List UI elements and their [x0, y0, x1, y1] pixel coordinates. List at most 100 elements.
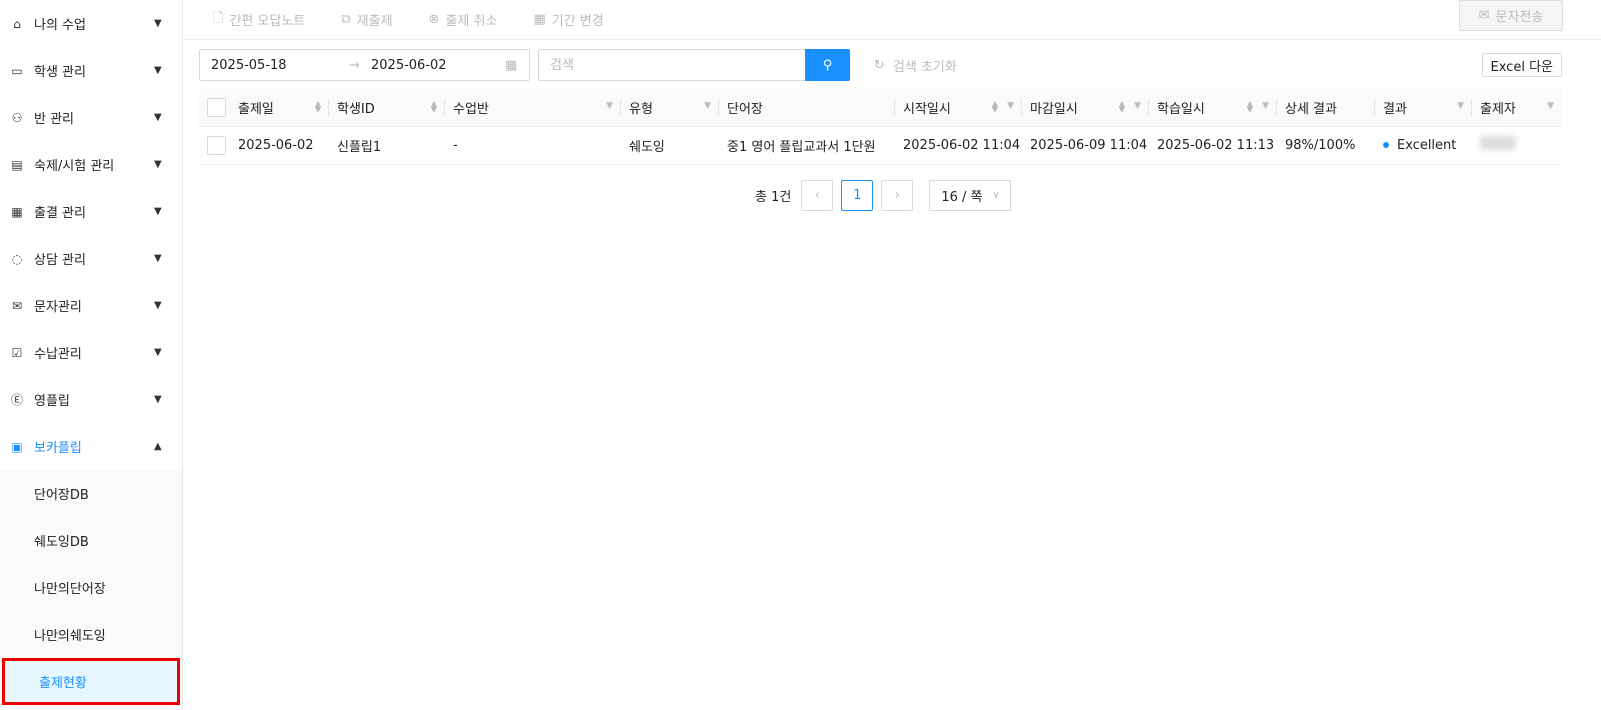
chevron-down-icon: ∨ [992, 190, 1000, 201]
calendar-icon: ▦ [505, 57, 518, 73]
table-header: 출제일 ▲ ▼ 학생ID ▲ ▼ 수업반 ▼ 유형 ▼ 단어장 시작일시 ▲ ▼ ▼ 마감일시 ▲ ▼… [199, 89, 1562, 127]
filter-icon[interactable]: ▼ [1457, 101, 1464, 111]
cell-wordbook: 중1 영어 플립교과서 1단원 [719, 126, 895, 165]
col-wordbook: 단어장 [719, 89, 895, 127]
col-end[interactable]: 마감일시 ▲ ▼ ▼ [1022, 89, 1149, 127]
e-icon: Ⓔ [10, 393, 23, 407]
submenu-my-wordbook[interactable]: 나만의단어장 [0, 564, 182, 611]
search-button[interactable]: ⚲ [805, 49, 850, 81]
reload-icon: ↻ [874, 57, 885, 73]
prev-page-button[interactable]: ‹ [801, 180, 834, 211]
sort-icon[interactable]: ▲ ▼ [431, 100, 437, 114]
search-icon: ⚲ [822, 57, 833, 73]
sort-icon[interactable]: ▲ ▼ [1119, 100, 1125, 114]
file-icon: 🗋 [213, 10, 224, 26]
chat-icon: ◌ [11, 251, 23, 266]
home-icon: ⌂ [13, 16, 21, 31]
page-size-select[interactable]: 16 / 쪽 ∨ [929, 180, 1012, 211]
close-circle-icon: ⊗ [428, 12, 440, 27]
submenu-my-shadowing[interactable]: 나만의쉐도잉 [0, 611, 182, 658]
mail-icon: ✉ [11, 298, 23, 313]
id-card-icon: ▭ [11, 63, 23, 78]
chevron-down-icon: ▼ [154, 206, 162, 217]
sidebar-item-homework[interactable]: ▤ 숙제/시험 관리 ▼ [0, 141, 182, 188]
filter-icon[interactable]: ▼ [704, 101, 711, 111]
cell-start: 2025-06-02 11:04 [895, 126, 1022, 165]
filter-icon[interactable]: ▼ [1134, 101, 1141, 111]
pagination: 총 1건 ‹ 1 › 16 / 쪽 ∨ [755, 180, 1012, 211]
filter-icon[interactable]: ▼ [1007, 101, 1014, 111]
row-checkbox[interactable] [199, 126, 230, 165]
sidebar: ⌂ 나의 수업 ▼ ▭ 학생 관리 ▼ ⚇ 반 관리 ▼ ▤ 숙제/시험 관리 ▼ ▦ 출결 관리… [0, 0, 183, 710]
reissue-button[interactable]: ⧉ 재출제 [341, 10, 392, 29]
sidebar-item-youngflip[interactable]: Ⓔ 영플립 ▼ [0, 376, 182, 423]
sidebar-item-sms[interactable]: ✉ 문자관리 ▼ [0, 282, 182, 329]
submenu-assignment-status[interactable]: 출제현황 [2, 658, 180, 705]
sort-icon[interactable]: ▲ ▼ [992, 100, 998, 114]
file-icon: ▤ [11, 157, 23, 172]
cell-date: 2025-06-02 [230, 126, 329, 165]
cell-end: 2025-06-09 11:04 [1022, 126, 1149, 165]
filter-icon[interactable]: ▼ [606, 101, 613, 111]
cell-class: - [445, 126, 621, 165]
assignment-table: 출제일 ▲ ▼ 학생ID ▲ ▼ 수업반 ▼ 유형 ▼ 단어장 시작일시 ▲ ▼ ▼ 마감일시 ▲ ▼… [199, 89, 1562, 165]
search-input[interactable] [538, 49, 806, 81]
inbox-icon: ☑ [11, 345, 23, 360]
chevron-down-icon: ▼ [154, 300, 162, 311]
col-start[interactable]: 시작일시 ▲ ▼ ▼ [895, 89, 1022, 127]
cancel-assignment-button[interactable]: ⊗ 출제 취소 [429, 10, 498, 29]
reset-search-button[interactable]: ↻ 검색 초기화 [874, 49, 957, 81]
sidebar-item-my-class[interactable]: ⌂ 나의 수업 ▼ [0, 0, 182, 47]
filter-icon[interactable]: ▼ [1547, 101, 1554, 111]
mail-icon: ✉ [1478, 8, 1490, 23]
next-page-button[interactable]: › [881, 180, 914, 211]
calendar-icon: ▦ [11, 204, 23, 219]
status-dot [1383, 142, 1389, 148]
total-count: 총 1건 [755, 190, 792, 205]
chevron-down-icon: ▼ [154, 159, 162, 170]
blurred-issuer [1480, 136, 1516, 150]
chevron-down-icon: ▼ [154, 347, 162, 358]
chevron-down-icon: ▼ [154, 394, 162, 405]
table-row[interactable]: 2025-06-02 신플립1 - 쉐도잉 중1 영어 플립교과서 1단원 20… [199, 126, 1562, 165]
chevron-down-icon: ▼ [154, 112, 162, 123]
sidebar-item-attendance[interactable]: ▦ 출결 관리 ▼ [0, 188, 182, 235]
send-sms-button[interactable]: ✉ 문자전송 [1459, 0, 1563, 31]
col-class[interactable]: 수업반 ▼ [445, 89, 621, 127]
filter-icon[interactable]: ▼ [1262, 101, 1269, 111]
sidebar-item-payment[interactable]: ☑ 수납관리 ▼ [0, 329, 182, 376]
calendar-icon: ▦ [533, 12, 546, 27]
cell-student: 신플립1 [329, 126, 445, 165]
col-study[interactable]: 학습일시 ▲ ▼ ▼ [1149, 89, 1277, 127]
chevron-down-icon: ▼ [154, 253, 162, 264]
cell-study: 2025-06-02 11:13 [1149, 126, 1277, 165]
v-icon: ▣ [11, 439, 23, 454]
users-icon: ⚇ [11, 110, 23, 125]
arrow-right-icon: → [349, 57, 360, 73]
excel-download-button[interactable]: Excel 다운 [1481, 53, 1562, 77]
vocaflip-submenu: 단어장DB 쉐도잉DB 나만의단어장 나만의쉐도잉 출제현황 [0, 470, 182, 705]
page-1[interactable]: 1 [841, 180, 874, 211]
date-range-picker[interactable]: 2025-05-18 → 2025-06-02 ▦ [199, 49, 530, 81]
chevron-up-icon: ▲ [154, 441, 162, 452]
sort-icon[interactable]: ▲ ▼ [315, 100, 321, 114]
sidebar-item-students[interactable]: ▭ 학생 관리 ▼ [0, 47, 182, 94]
select-all-checkbox[interactable] [199, 89, 230, 127]
sidebar-item-classes[interactable]: ⚇ 반 관리 ▼ [0, 94, 182, 141]
sidebar-item-vocaflip[interactable]: ▣ 보카플립 ▲ [0, 423, 182, 470]
change-period-button[interactable]: ▦ 기간 변경 [533, 10, 603, 29]
start-date[interactable]: 2025-05-18 [211, 58, 349, 73]
submenu-shadowing-db[interactable]: 쉐도잉DB [0, 517, 182, 564]
col-date[interactable]: 출제일 ▲ ▼ [230, 89, 329, 127]
col-student[interactable]: 학생ID ▲ ▼ [329, 89, 445, 127]
col-result[interactable]: 결과 ▼ [1375, 89, 1472, 127]
cell-result: Excellent [1375, 126, 1472, 165]
col-issuer[interactable]: 출제자 ▼ [1472, 89, 1562, 127]
col-type[interactable]: 유형 ▼ [621, 89, 719, 127]
chevron-down-icon: ▼ [154, 18, 162, 29]
submenu-word-db[interactable]: 단어장DB [0, 470, 182, 517]
sidebar-item-counsel[interactable]: ◌ 상담 관리 ▼ [0, 235, 182, 282]
end-date[interactable]: 2025-06-02 [371, 58, 505, 73]
quick-note-button[interactable]: 🗋 간편 오답노트 [213, 9, 305, 31]
sort-icon[interactable]: ▲ ▼ [1247, 100, 1253, 114]
